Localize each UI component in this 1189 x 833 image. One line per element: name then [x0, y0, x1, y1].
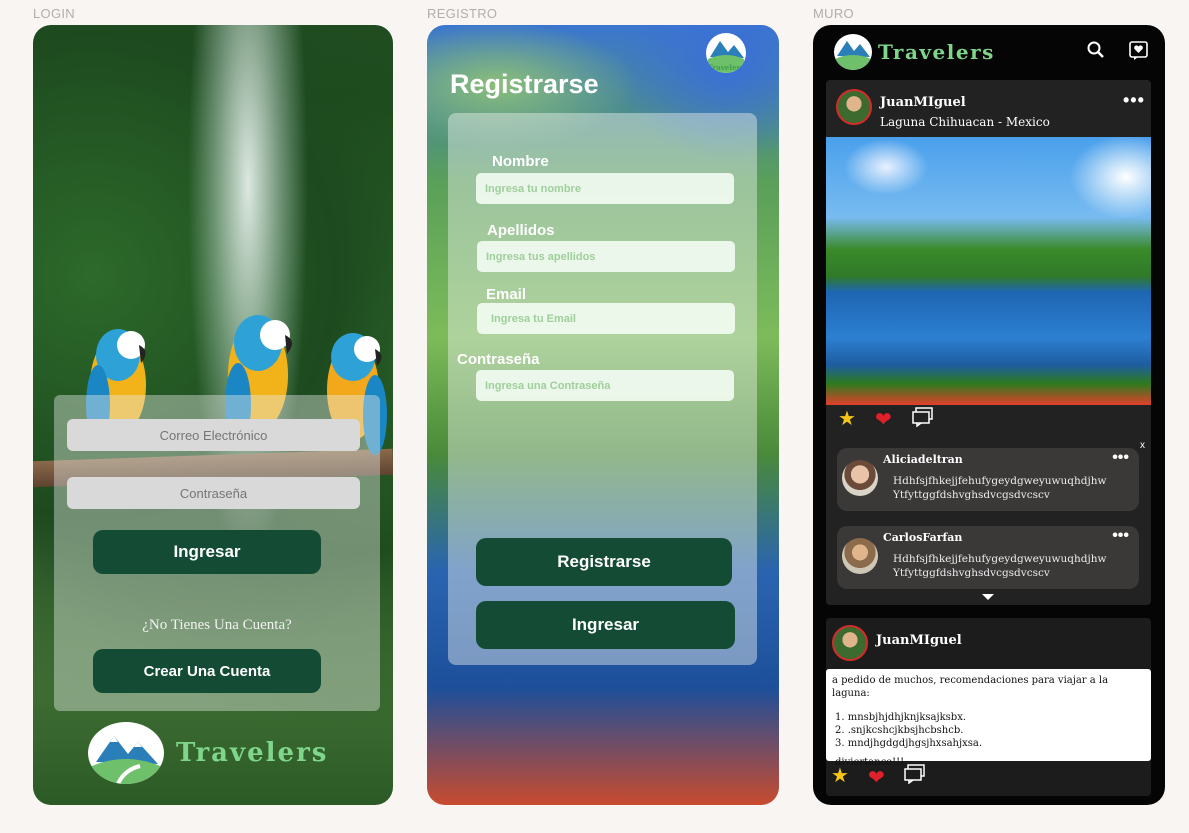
comment-text: Hdhfsjfhkejjfehufygeydgweyuwuqhdjhw Ytfy…	[893, 475, 1107, 501]
comment-username[interactable]: Aliciadeltran	[883, 453, 963, 466]
close-comments-icon[interactable]: x	[1140, 440, 1145, 451]
mountain-logo-icon: Travelers	[706, 33, 746, 73]
page-title: Registrarse	[450, 69, 599, 99]
comment-icon[interactable]	[912, 407, 934, 427]
post-photo	[826, 137, 1151, 405]
password-field[interactable]	[67, 477, 360, 509]
avatar[interactable]	[842, 460, 878, 496]
password-label: Contraseña	[457, 351, 540, 368]
avatar[interactable]	[832, 625, 868, 661]
login-form-panel: Ingresar ¿No Tienes Una Cuenta? Crear Un…	[54, 395, 380, 711]
create-account-button[interactable]: Crear Una Cuenta	[93, 649, 321, 693]
nombre-field[interactable]	[476, 173, 734, 204]
post-username[interactable]: JuanMIguel	[876, 633, 962, 648]
apellidos-label: Apellidos	[487, 222, 555, 239]
register-button[interactable]: Registrarse	[476, 538, 732, 586]
post-location: Laguna Chihuacan - Mexico	[880, 115, 1050, 129]
favorites-icon[interactable]	[1129, 41, 1149, 61]
brand-name: Travelers	[176, 738, 329, 768]
mountain-logo-icon	[88, 722, 164, 784]
star-icon[interactable]: ★	[838, 406, 856, 431]
register-form-panel: Nombre Apellidos Email Contraseña Regist…	[448, 113, 757, 665]
comment-item: CarlosFarfan ••• Hdhfsjfhkejjfehufygeydg…	[837, 526, 1139, 589]
email-field[interactable]	[67, 419, 360, 451]
brand-logo: Travelers	[834, 34, 995, 70]
no-account-text: ¿No Tienes Una Cuenta?	[142, 617, 292, 633]
more-options-icon[interactable]: •••	[1123, 90, 1145, 111]
avatar[interactable]	[836, 89, 872, 125]
search-icon[interactable]	[1087, 41, 1105, 59]
email-label: Email	[486, 286, 527, 303]
login-button[interactable]: Ingresar	[476, 601, 735, 649]
brand-name: Travelers	[878, 40, 995, 64]
comment-username[interactable]: CarlosFarfan	[883, 531, 962, 544]
avatar[interactable]	[842, 538, 878, 574]
post-text: a pedido de muchos, recomendaciones para…	[826, 669, 1151, 768]
chevron-down-icon[interactable]	[982, 594, 994, 602]
post-card: JuanMIguel Laguna Chihuacan - Mexico •••…	[826, 80, 1151, 605]
brand-name-small: Travelers	[707, 63, 745, 72]
mountain-logo-icon	[834, 34, 872, 70]
more-options-icon[interactable]: •••	[1112, 527, 1129, 545]
star-icon[interactable]: ★	[831, 763, 849, 788]
post-username[interactable]: JuanMIguel	[880, 95, 966, 110]
login-screen: Ingresar ¿No Tienes Una Cuenta? Crear Un…	[33, 25, 393, 805]
muro-screen: Travelers JuanMIguel Laguna Chihuacan - …	[813, 25, 1165, 805]
nombre-label: Nombre	[492, 153, 549, 170]
comment-icon[interactable]	[904, 764, 926, 784]
frame-label-muro: MURO	[813, 6, 854, 21]
comment-item: Aliciadeltran ••• Hdhfsjfhkejjfehufygeyd…	[837, 448, 1139, 511]
comment-text: Hdhfsjfhkejjfehufygeydgweyuwuqhdjhw Ytfy…	[893, 553, 1107, 579]
frame-label-registro: REGISTRO	[427, 6, 498, 21]
login-button[interactable]: Ingresar	[93, 530, 321, 574]
heart-icon[interactable]: ❤	[868, 765, 885, 790]
heart-icon[interactable]: ❤	[875, 407, 892, 432]
password-field[interactable]	[476, 370, 734, 401]
brand-logo: Travelers	[88, 722, 328, 784]
post-card: JuanMIguel a pedido de muchos, recomenda…	[826, 618, 1151, 796]
frame-label-login: LOGIN	[33, 6, 75, 21]
more-options-icon[interactable]: •••	[1112, 449, 1129, 467]
apellidos-field[interactable]	[477, 241, 735, 272]
registro-screen: Travelers Registrarse Nombre Apellidos E…	[427, 25, 779, 805]
email-field[interactable]	[477, 303, 735, 334]
